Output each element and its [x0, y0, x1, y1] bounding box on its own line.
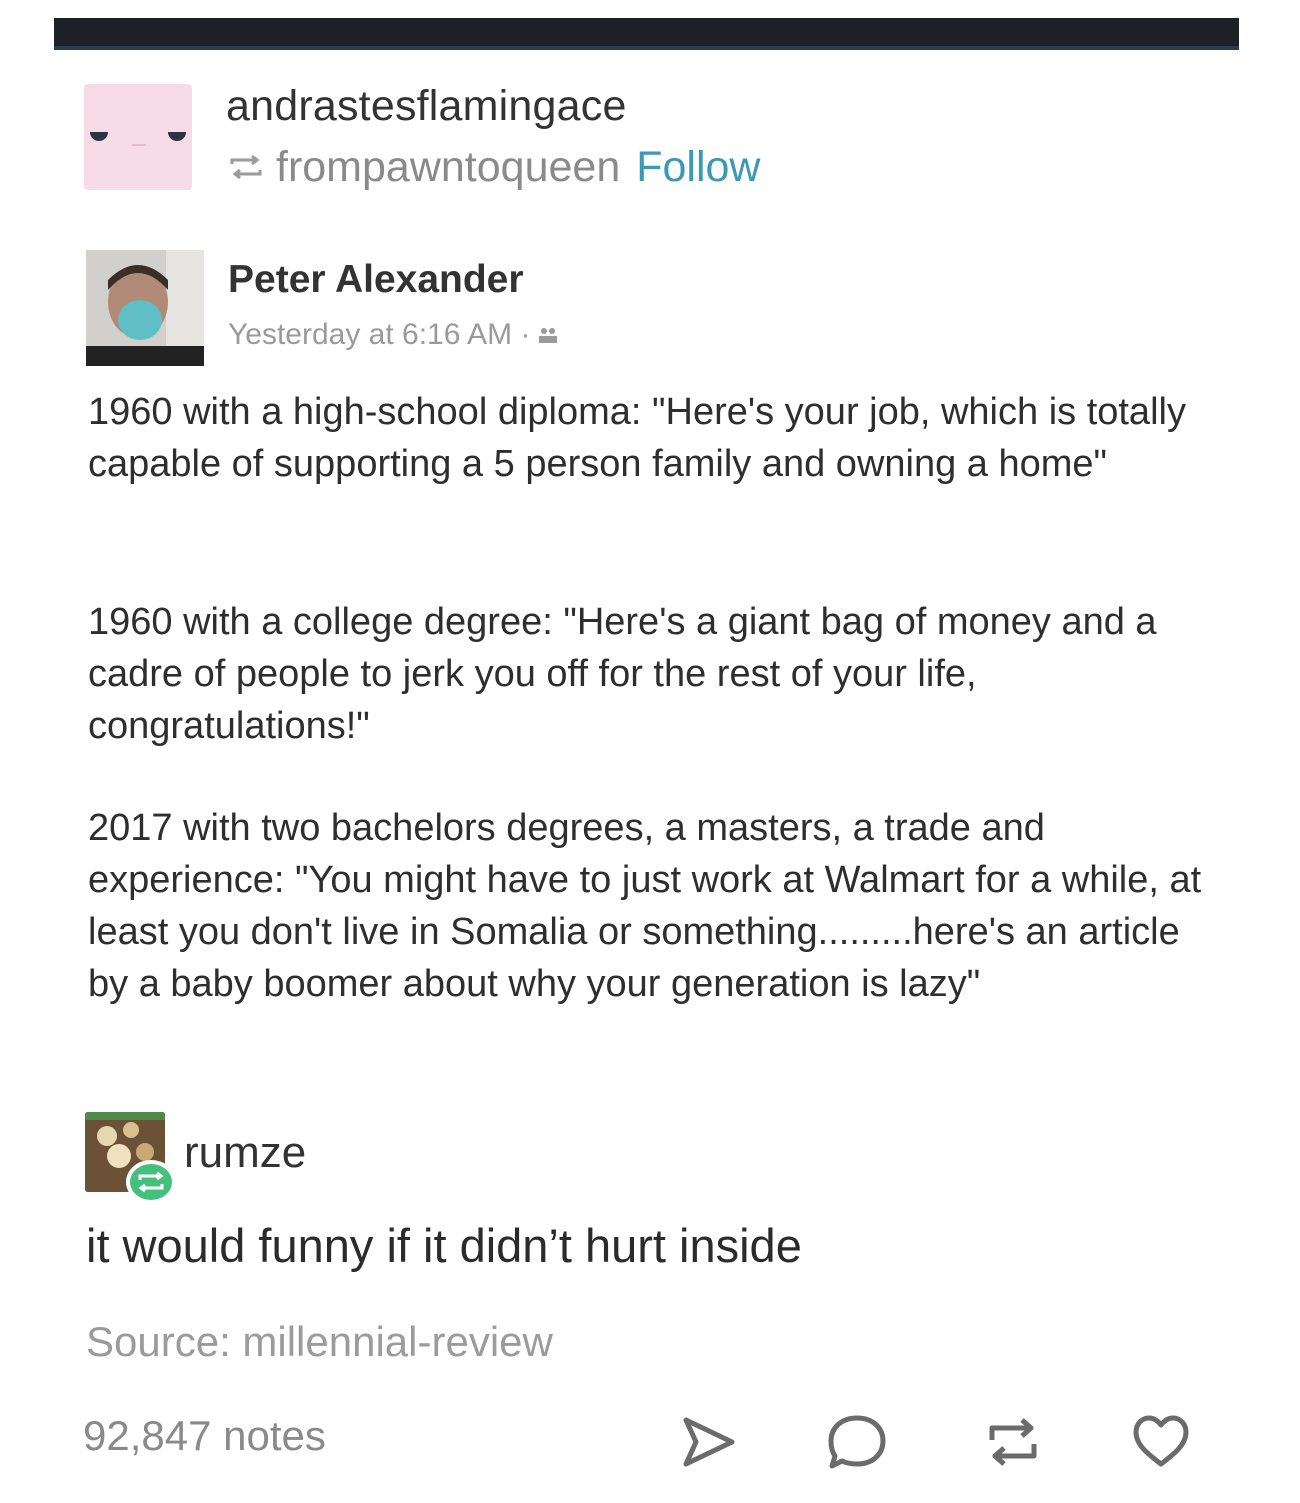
fb-post-meta: Yesterday at 6:16 AM · — [228, 318, 558, 352]
reblog-source-line: frompawntoqueen Follow — [226, 142, 761, 192]
reblogged-from-link[interactable]: frompawntoqueen — [276, 143, 620, 192]
reblog-comment: it would funny if it didn’t hurt inside — [86, 1219, 802, 1272]
like-button[interactable] — [1130, 1412, 1192, 1472]
fb-author-avatar — [86, 250, 204, 366]
blog-avatar[interactable] — [84, 84, 192, 190]
fb-paragraph: 1960 with a high-school diploma: "Here's… — [88, 391, 1186, 485]
share-button[interactable] — [678, 1412, 740, 1472]
reply-icon — [828, 1415, 886, 1469]
avatar-eye-right — [168, 132, 186, 141]
heart-icon — [1133, 1415, 1189, 1467]
reblog-icon — [989, 1418, 1037, 1466]
avatar-mouth — [132, 144, 146, 146]
reblog-icon — [230, 154, 262, 180]
notes-count[interactable]: 92,847 notes — [83, 1412, 326, 1460]
fb-paragraph: 1960 with a college degree: "Here's a gi… — [88, 601, 1157, 747]
avatar-eye-left — [90, 132, 108, 141]
fb-paragraph: 2017 with two bachelors degrees, a maste… — [88, 807, 1202, 1005]
source-link[interactable]: Source: millennial-review — [86, 1318, 553, 1366]
blog-name-link[interactable]: andrastesflamingace — [226, 82, 627, 131]
reply-button[interactable] — [826, 1412, 888, 1472]
reblog-button[interactable] — [982, 1412, 1044, 1472]
share-icon — [683, 1417, 735, 1467]
reblogger-username[interactable]: rumze — [184, 1128, 306, 1178]
fb-timestamp: Yesterday at 6:16 AM · — [228, 318, 531, 351]
friends-icon — [539, 328, 558, 343]
reblog-badge — [126, 1160, 176, 1204]
author-photo — [86, 250, 204, 366]
follow-button[interactable]: Follow — [636, 143, 760, 192]
reblog-icon — [138, 1171, 164, 1193]
tumblr-post: andrastesflamingace frompawntoqueen Foll… — [0, 0, 1300, 1503]
fb-author-name: Peter Alexander — [228, 258, 524, 301]
